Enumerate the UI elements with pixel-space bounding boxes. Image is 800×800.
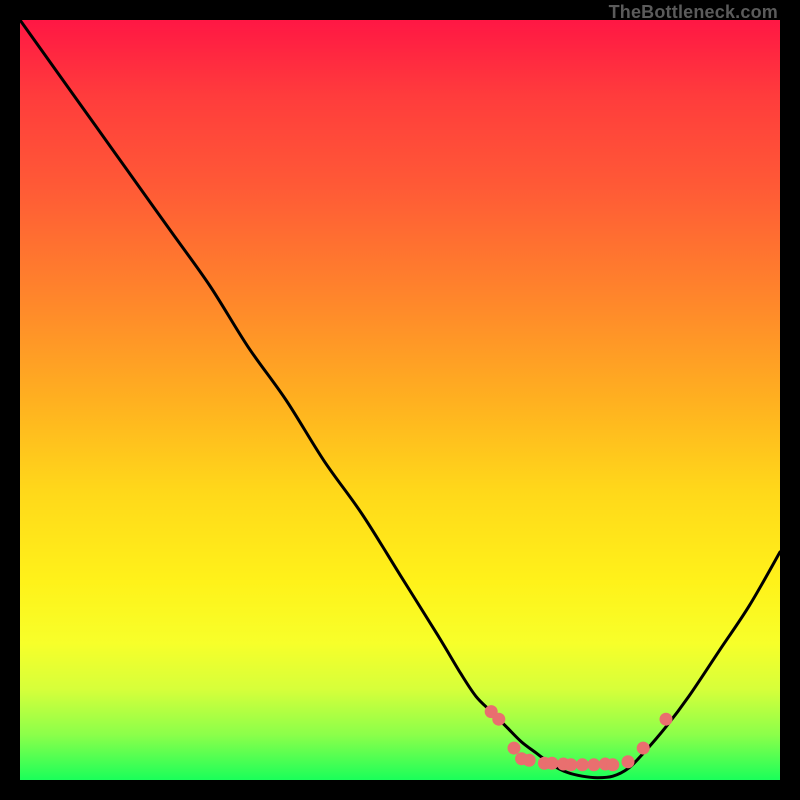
marker-point — [587, 758, 600, 771]
chart-frame: TheBottleneck.com — [0, 0, 800, 800]
marker-point — [508, 742, 521, 755]
marker-point — [492, 713, 505, 726]
marker-point — [523, 754, 536, 767]
marker-point — [546, 757, 559, 770]
marker-point — [622, 755, 635, 768]
chart-overlay-svg — [20, 20, 780, 780]
marker-point — [576, 758, 589, 771]
marker-point — [660, 713, 673, 726]
marker-point — [606, 758, 619, 771]
trough-markers — [485, 705, 673, 771]
marker-point — [637, 742, 650, 755]
bottleneck-curve — [20, 20, 780, 778]
marker-point — [565, 758, 578, 771]
